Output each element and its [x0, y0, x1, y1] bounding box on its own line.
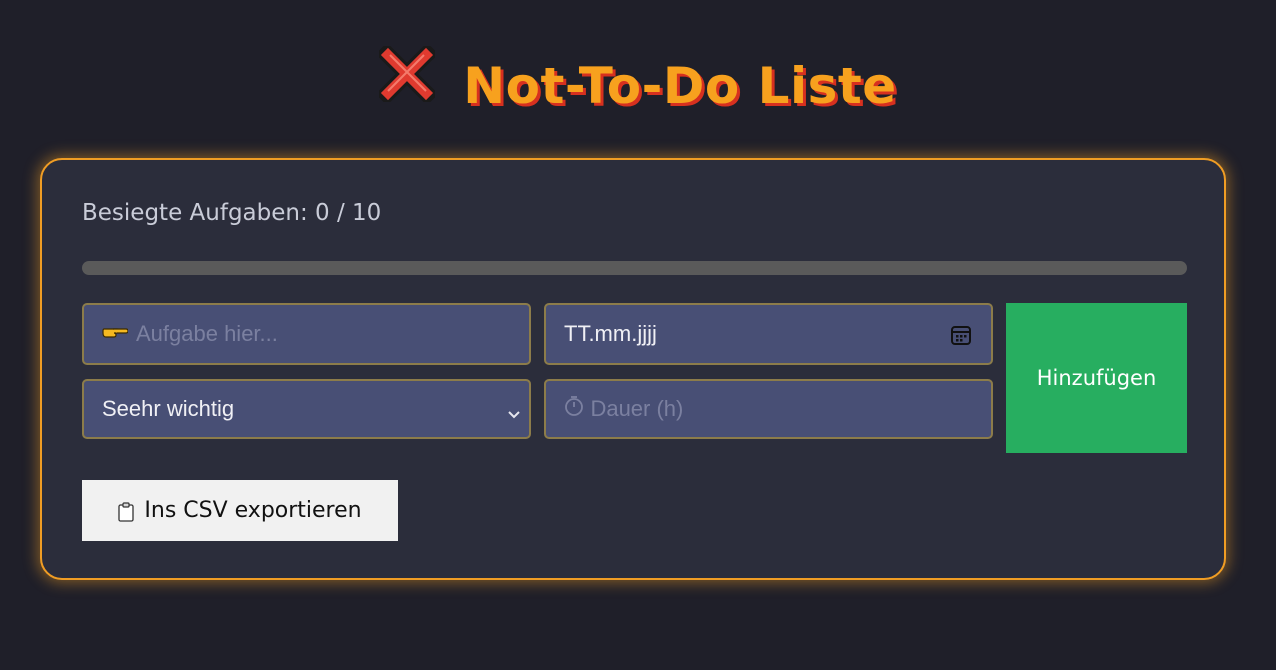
priority-select[interactable]: Seehr wichtig [82, 379, 531, 439]
date-input[interactable]: TT.mm.jjjj [564, 321, 657, 347]
page-title: Not-To-Do Liste [0, 42, 1276, 120]
duration-input-field[interactable] [544, 379, 993, 439]
progress-bar [82, 261, 1187, 275]
chevron-down-icon [507, 401, 521, 419]
stopwatch-icon [564, 395, 584, 423]
pointing-hand-icon [102, 321, 129, 347]
page-title-text: Not-To-Do Liste [463, 57, 897, 115]
cross-mark-icon [375, 42, 439, 114]
export-csv-button[interactable]: Ins CSV exportieren [82, 480, 398, 541]
add-button[interactable]: Hinzufügen [1006, 303, 1187, 453]
progress-label: Besiegte Aufgaben: 0 / 10 [82, 200, 382, 226]
task-input[interactable] [136, 321, 479, 347]
duration-input[interactable] [590, 396, 941, 422]
export-csv-label: Ins CSV exportieren [144, 498, 362, 523]
clipboard-icon [118, 501, 135, 522]
calendar-icon[interactable] [949, 323, 973, 347]
date-input-field[interactable]: TT.mm.jjjj [544, 303, 993, 365]
priority-selected-value: Seehr wichtig [102, 396, 235, 421]
task-input-field[interactable] [82, 303, 531, 365]
